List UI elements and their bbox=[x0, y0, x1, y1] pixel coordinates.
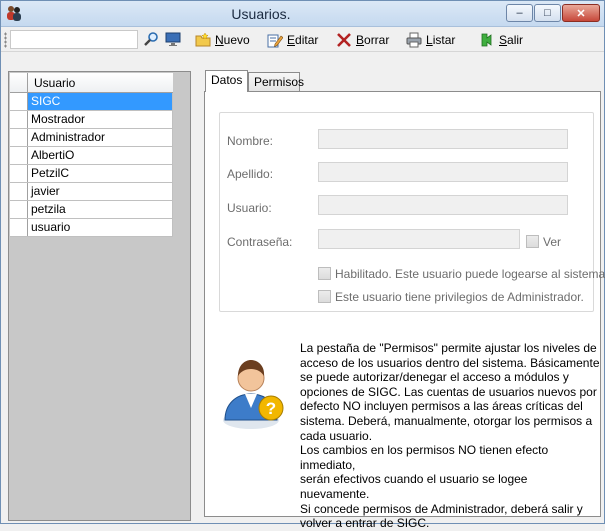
user-cell[interactable]: AlbertiO bbox=[28, 147, 173, 164]
borrar-label: Borrar bbox=[356, 32, 390, 47]
toolbar-grip[interactable] bbox=[4, 32, 7, 48]
usuario-label: Usuario: bbox=[227, 201, 272, 215]
table-row[interactable]: usuario bbox=[10, 219, 173, 237]
tab-datos[interactable]: Datos bbox=[205, 70, 248, 92]
user-cell[interactable]: petzila bbox=[28, 201, 173, 218]
nuevo-label: Nuevo bbox=[215, 32, 250, 47]
row-selector[interactable] bbox=[10, 147, 28, 164]
habilitado-label: Habilitado. Este usuario puede logearse … bbox=[335, 267, 605, 281]
password-field[interactable] bbox=[318, 229, 520, 249]
user-data-group: Nombre: Apellido: Usuario: Contraseña: V… bbox=[219, 112, 605, 312]
nombre-field[interactable] bbox=[318, 129, 568, 149]
ver-label: Ver bbox=[543, 235, 562, 249]
salir-label: Salir bbox=[499, 32, 524, 47]
borrar-button[interactable]: Borrar bbox=[336, 30, 389, 49]
user-help-icon: ? bbox=[223, 360, 284, 429]
row-selector[interactable] bbox=[10, 219, 28, 236]
table-row[interactable]: petzila bbox=[10, 201, 173, 219]
user-cell[interactable]: javier bbox=[28, 183, 173, 200]
table-row[interactable]: SIGC bbox=[10, 93, 173, 111]
title-bar[interactable]: Usuarios. – □ ✕ bbox=[1, 1, 604, 27]
usuario-field[interactable] bbox=[318, 195, 568, 215]
header-row-selector bbox=[10, 73, 28, 92]
search-input[interactable] bbox=[10, 30, 138, 49]
row-selector[interactable] bbox=[10, 165, 28, 182]
table-row[interactable]: Administrador bbox=[10, 129, 173, 147]
ver-password-checkbox[interactable] bbox=[526, 235, 539, 248]
listar-button[interactable]: Listar bbox=[406, 30, 455, 49]
habilitado-checkbox[interactable] bbox=[318, 267, 331, 280]
nuevo-button[interactable]: Nuevo bbox=[195, 30, 250, 49]
salir-button[interactable]: Salir bbox=[479, 30, 523, 49]
maximize-button[interactable]: □ bbox=[534, 4, 561, 22]
svg-text:?: ? bbox=[266, 399, 276, 418]
user-cell[interactable]: PetzilC bbox=[28, 165, 173, 182]
contrasena-label: Contraseña: bbox=[227, 235, 293, 249]
table-row[interactable]: javier bbox=[10, 183, 173, 201]
apellido-field[interactable] bbox=[318, 162, 568, 182]
row-selector[interactable] bbox=[10, 93, 28, 110]
user-cell[interactable]: SIGC bbox=[28, 93, 173, 110]
user-cell[interactable]: Administrador bbox=[28, 129, 173, 146]
search-button[interactable] bbox=[141, 30, 161, 48]
permissions-help-text: La pestaña de "Permisos" permite ajustar… bbox=[300, 341, 600, 531]
exit-arrow-icon bbox=[481, 33, 492, 46]
search-icon bbox=[144, 32, 158, 46]
user-cell[interactable]: usuario bbox=[28, 219, 173, 236]
row-selector[interactable] bbox=[10, 201, 28, 218]
editar-button[interactable]: Editar bbox=[267, 30, 318, 49]
users-list-panel: Usuario SIGC Mostrador Administrador Alb… bbox=[8, 71, 191, 521]
row-selector[interactable] bbox=[10, 183, 28, 200]
table-row[interactable]: PetzilC bbox=[10, 165, 173, 183]
users-window: Usuarios. – □ ✕ Nuevo Editar Borrar List… bbox=[0, 0, 605, 530]
table-row[interactable]: Mostrador bbox=[10, 111, 173, 129]
monitor-icon bbox=[165, 32, 181, 46]
toolbar: Nuevo Editar Borrar Listar Salir bbox=[1, 27, 604, 52]
window-title: Usuarios. bbox=[231, 6, 291, 22]
admin-checkbox[interactable] bbox=[318, 290, 331, 303]
monitor-button[interactable] bbox=[163, 30, 183, 48]
listar-label: Listar bbox=[426, 32, 456, 47]
grid-header: Usuario bbox=[10, 73, 173, 93]
datos-tab-panel: Nombre: Apellido: Usuario: Contraseña: V… bbox=[204, 91, 605, 530]
user-cell[interactable]: Mostrador bbox=[28, 111, 173, 128]
folder-new-icon bbox=[195, 31, 211, 46]
printer-icon bbox=[406, 32, 422, 47]
minimize-button[interactable]: – bbox=[506, 4, 533, 22]
table-row[interactable]: AlbertiO bbox=[10, 147, 173, 165]
tab-permisos[interactable]: Permisos bbox=[248, 72, 304, 92]
row-selector[interactable] bbox=[10, 111, 28, 128]
apellido-label: Apellido: bbox=[227, 167, 274, 181]
column-header-usuario[interactable]: Usuario bbox=[28, 73, 75, 92]
close-button[interactable]: ✕ bbox=[562, 4, 600, 22]
nombre-label: Nombre: bbox=[227, 134, 274, 148]
edit-icon bbox=[267, 34, 283, 47]
admin-label: Este usuario tiene privilegios de Admini… bbox=[335, 290, 584, 304]
editar-label: Editar bbox=[287, 32, 319, 47]
delete-x-icon bbox=[337, 32, 351, 47]
row-selector[interactable] bbox=[10, 129, 28, 146]
users-grid[interactable]: Usuario SIGC Mostrador Administrador Alb… bbox=[10, 73, 173, 237]
